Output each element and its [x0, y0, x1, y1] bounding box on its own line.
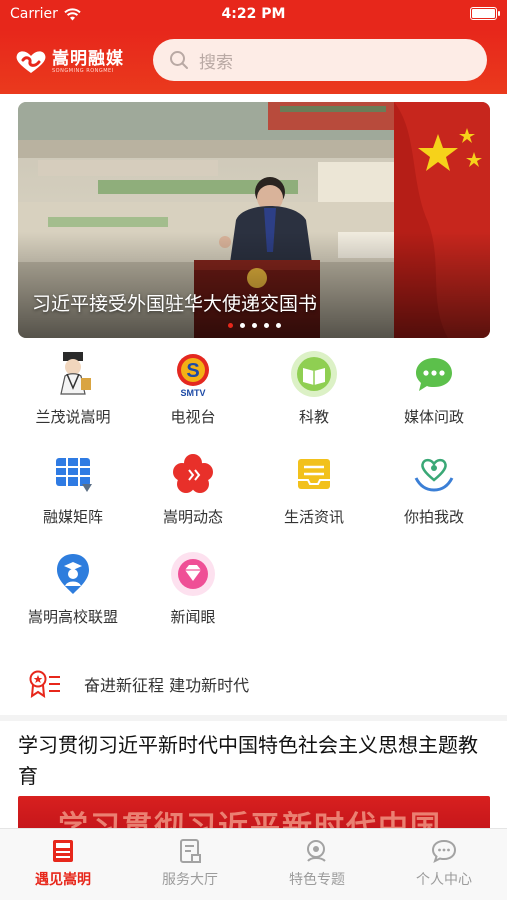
profile-chat-icon	[431, 839, 457, 863]
grid-item-lanmao[interactable]: 兰茂说嵩明	[13, 350, 133, 440]
article-title[interactable]: 学习贯彻习近平新时代中国特色社会主义思想主题教育	[18, 730, 492, 792]
tab-label: 个人中心	[416, 872, 472, 888]
grid-item-songming-news[interactable]: 嵩明动态	[133, 450, 253, 540]
grid-item-label: 科教	[298, 408, 329, 426]
news-tray-icon	[298, 459, 330, 489]
news-banner[interactable]: 习近平接受外国驻华大使递交国书	[18, 102, 490, 338]
service-doc-icon	[180, 839, 201, 863]
graduate-icon	[57, 554, 89, 594]
grid-item-tv[interactable]: S SMTV 电视台	[133, 350, 253, 440]
slogan-text: 奋进新征程 建功新时代	[84, 676, 250, 695]
smtv-logo-icon: S SMTV	[177, 354, 209, 398]
app-logo: 嵩明融媒 SONGMING RONGMEI	[14, 42, 132, 82]
logo-mark-icon	[16, 51, 46, 73]
grid-item-media-inquiry[interactable]: 媒体问政	[374, 350, 494, 440]
grid-item-label: 兰茂说嵩明	[35, 408, 111, 426]
tab-label: 遇见嵩明	[35, 872, 91, 888]
diamond-eye-icon	[171, 552, 215, 596]
clock: 4:22 PM	[221, 6, 286, 22]
grid-item-photo-report[interactable]: 你拍我改	[374, 450, 494, 540]
book-icon	[291, 351, 337, 397]
smtv-text: SMTV	[180, 388, 205, 398]
battery-icon	[470, 7, 500, 20]
carousel-dot[interactable]	[251, 323, 257, 328]
svg-text:S: S	[186, 360, 199, 382]
matrix-grid-icon	[56, 458, 92, 492]
grid-item-life-info[interactable]: 生活资讯	[254, 450, 374, 540]
search-placeholder: 搜索	[199, 52, 233, 73]
chat-bubble-icon	[416, 358, 452, 391]
tab-special-topics[interactable]: 特色专题	[254, 837, 380, 889]
grid-item-college-alliance[interactable]: 嵩明高校联盟	[13, 550, 133, 640]
news-paper-icon	[53, 840, 73, 862]
logo-text: 嵩明融媒	[52, 49, 124, 69]
app-root: Carrier 4:22 PM 嵩明融媒 SONGMING RONGMEI 搜索…	[0, 0, 507, 900]
grid-item-label: 你拍我改	[403, 508, 464, 526]
grid-item-label: 电视台	[170, 408, 216, 426]
carousel-dot[interactable]	[275, 323, 281, 328]
bottom-tab-bar: 遇见嵩明 服务大厅 特色专题 个人中心	[0, 828, 507, 900]
grid-item-label: 嵩明高校联盟	[27, 608, 118, 626]
grid-item-label: 新闻眼	[170, 608, 216, 626]
banner-caption: 习近平接受外国驻华大使递交国书	[32, 293, 318, 315]
header-bar: 嵩明融媒 SONGMING RONGMEI 搜索	[0, 30, 507, 94]
slogan-banner[interactable]: 奋进新征程 建功新时代	[0, 660, 507, 708]
grid-item-label: 媒体问政	[403, 408, 464, 426]
search-input[interactable]: 搜索	[153, 39, 487, 81]
topic-search-icon	[307, 840, 326, 862]
search-icon	[170, 51, 188, 69]
grid-item-science[interactable]: 科教	[254, 350, 374, 440]
section-divider	[0, 715, 507, 721]
tab-personal-center[interactable]: 个人中心	[381, 837, 507, 889]
logo-subtext: SONGMING RONGMEI	[52, 68, 114, 74]
carousel-dot[interactable]	[227, 323, 233, 328]
scholar-icon	[60, 352, 91, 395]
tab-label: 特色专题	[289, 872, 345, 888]
grid-item-label: 融媒矩阵	[42, 508, 103, 526]
tab-meet-songming[interactable]: 遇见嵩明	[0, 837, 126, 889]
tab-service-hall[interactable]: 服务大厅	[127, 837, 253, 889]
grid-item-news-eye[interactable]: 新闻眼	[133, 550, 253, 640]
grid-item-label: 生活资讯	[283, 508, 344, 526]
badge-list-icon	[29, 670, 60, 698]
carousel-dot[interactable]	[263, 323, 269, 328]
status-bar: Carrier 4:22 PM	[0, 0, 507, 30]
grid-item-media-matrix[interactable]: 融媒矩阵	[13, 450, 133, 540]
tab-label: 服务大厅	[162, 872, 218, 888]
grid-item-label: 嵩明动态	[162, 508, 223, 526]
carousel-indicator[interactable]	[18, 323, 490, 328]
heart-hands-icon	[414, 458, 454, 492]
flower-play-icon	[173, 454, 213, 493]
carousel-dot[interactable]	[239, 323, 245, 328]
